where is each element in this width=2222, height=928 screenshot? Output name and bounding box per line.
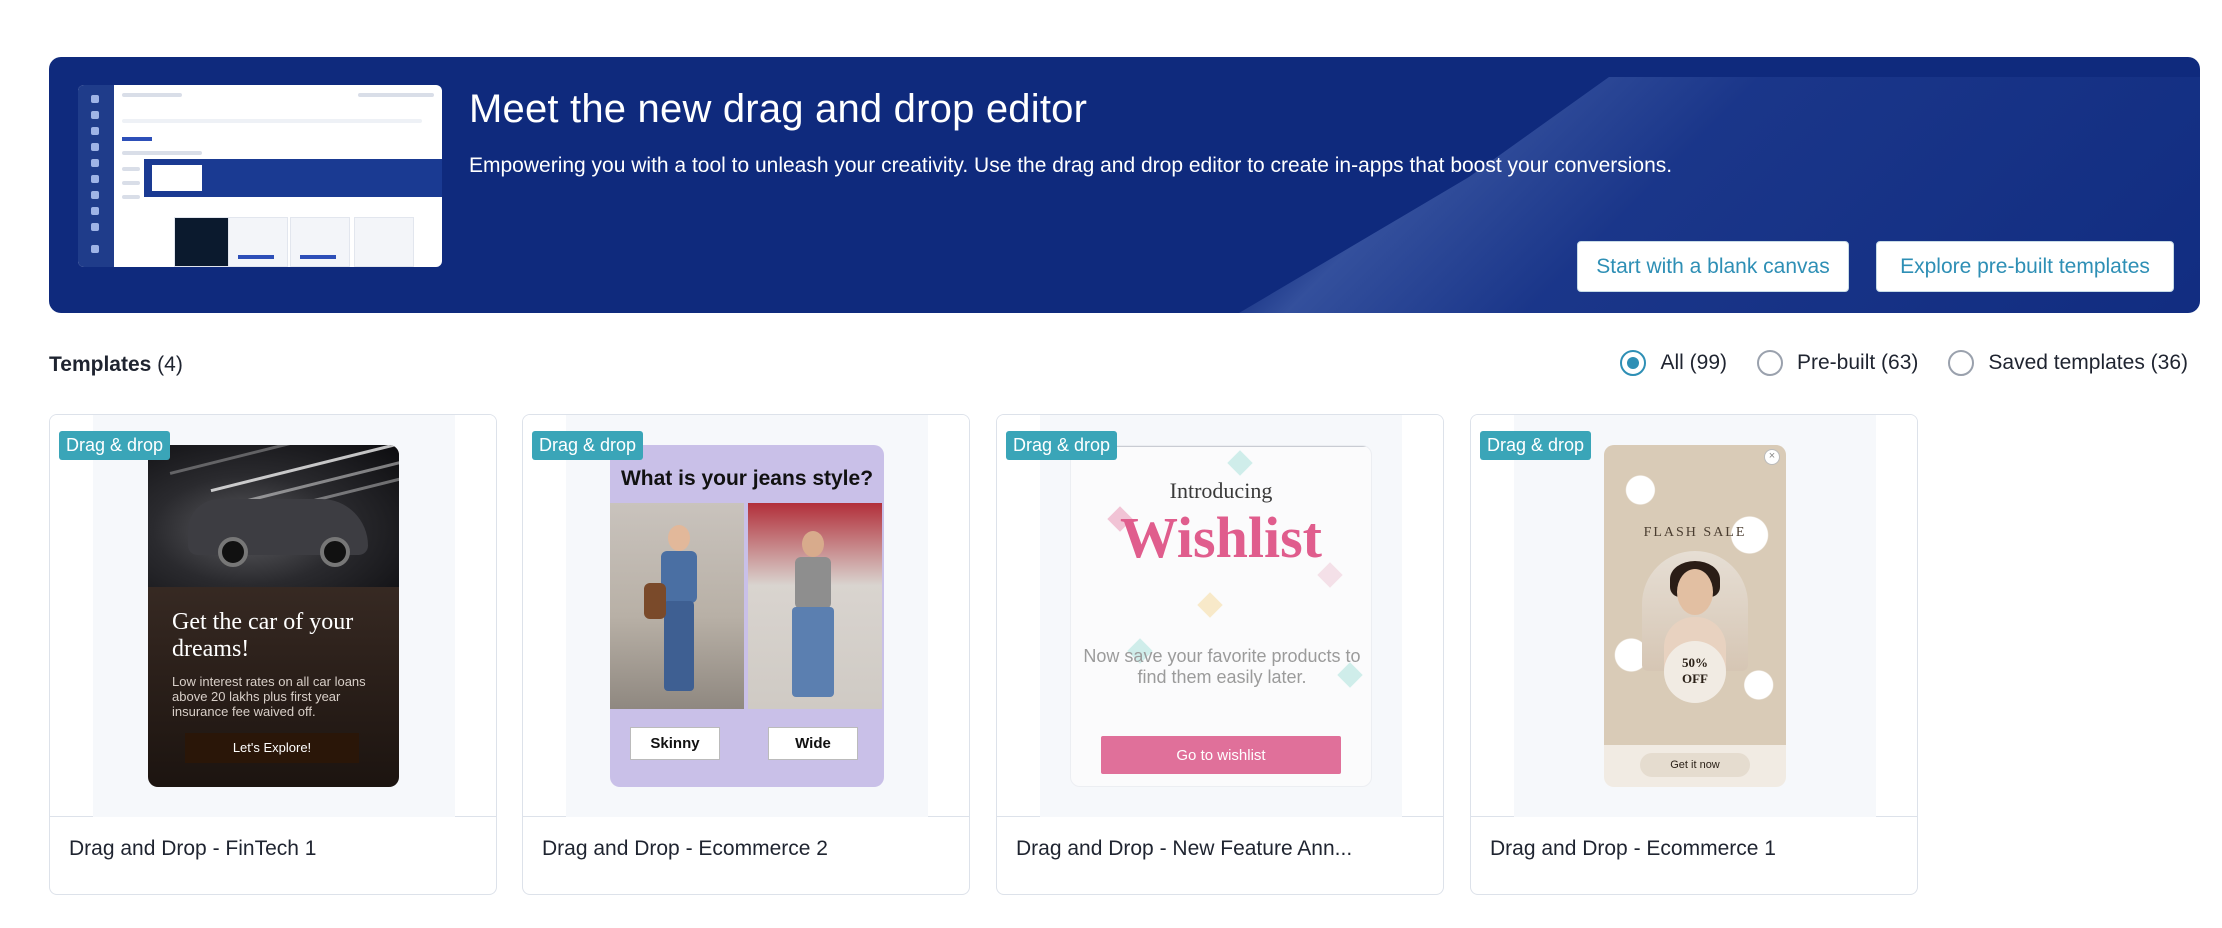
preview-body: Now save your favorite products to find … xyxy=(1083,646,1361,687)
template-thumbnail[interactable]: Drag & drop × FLASH SALE 50% OFF Get it … xyxy=(1471,415,1917,817)
preview-cta: Let's Explore! xyxy=(185,733,359,763)
preview-intro: Introducing xyxy=(1169,478,1273,503)
filter-pre-built[interactable]: Pre-built (63) xyxy=(1757,350,1918,376)
discount-percent: 50% xyxy=(1682,655,1708,670)
templates-count: (4) xyxy=(157,353,183,376)
drag-drop-badge: Drag & drop xyxy=(1006,431,1118,460)
template-title: Drag and Drop - Ecommerce 2 xyxy=(542,837,828,860)
filter-saved-label: Saved templates (36) xyxy=(1988,351,2188,374)
jeans-preview: What is your jeans style? Skinny Wide xyxy=(610,445,884,787)
preview-cta: Go to wishlist xyxy=(1101,736,1341,774)
preview-option-skinny: Skinny xyxy=(630,727,720,760)
template-card-ecommerce-1[interactable]: Drag & drop × FLASH SALE 50% OFF Get it … xyxy=(1470,414,1918,895)
filter-saved-templates[interactable]: Saved templates (36) xyxy=(1948,350,2188,376)
preview-option-wide: Wide xyxy=(768,727,858,760)
radio-icon[interactable] xyxy=(1948,350,1975,376)
discount-badge: 50% OFF xyxy=(1664,641,1726,703)
banner-subtitle: Empowering you with a tool to unleash yo… xyxy=(469,154,1673,177)
close-icon: × xyxy=(1764,449,1780,465)
drag-drop-badge: Drag & drop xyxy=(1480,431,1592,460)
wide-jeans-image xyxy=(748,503,882,709)
drag-drop-badge: Drag & drop xyxy=(59,431,171,460)
template-thumbnail[interactable]: Drag & drop Get the car of your dreams! … xyxy=(50,415,496,817)
preview-question: What is your jeans style? xyxy=(620,467,874,490)
templates-heading: Templates (4) xyxy=(49,353,183,377)
preview-cta: Get it now xyxy=(1640,753,1750,777)
template-card-new-feature[interactable]: Drag & drop Introducing Wishlist Now sav… xyxy=(996,414,1444,895)
template-title: Drag and Drop - FinTech 1 xyxy=(69,837,317,860)
templates-heading-label: Templates xyxy=(49,353,152,376)
filter-all[interactable]: All (99) xyxy=(1620,350,1727,376)
drag-drop-badge: Drag & drop xyxy=(532,431,644,460)
filter-all-label: All (99) xyxy=(1660,351,1727,374)
preview-feature-name: Wishlist xyxy=(1119,505,1322,570)
promo-banner: Meet the new drag and drop editor Empowe… xyxy=(49,57,2200,313)
explore-templates-button[interactable]: Explore pre-built templates xyxy=(1876,241,2174,292)
template-thumbnail[interactable]: Drag & drop What is your jeans style? Sk… xyxy=(523,415,969,817)
preview-headline: Get the car of your dreams! xyxy=(172,609,354,662)
template-card-fintech-1[interactable]: Drag & drop Get the car of your dreams! … xyxy=(49,414,497,895)
skinny-jeans-image xyxy=(610,503,744,709)
banner-title: Meet the new drag and drop editor xyxy=(469,87,1088,131)
radio-icon[interactable] xyxy=(1757,350,1783,376)
template-card-ecommerce-2[interactable]: Drag & drop What is your jeans style? Sk… xyxy=(522,414,970,895)
template-title: Drag and Drop - Ecommerce 1 xyxy=(1490,837,1776,860)
preview-title: FLASH SALE xyxy=(1643,525,1747,540)
preview-sidebar xyxy=(78,85,114,267)
editor-preview-image xyxy=(78,85,442,267)
start-blank-canvas-button[interactable]: Start with a blank canvas xyxy=(1577,241,1849,292)
template-filter-group: All (99) Pre-built (63) Saved templates … xyxy=(1620,350,2188,376)
sports-car-image xyxy=(148,445,399,587)
preview-hero xyxy=(144,159,442,197)
wishlist-preview: Introducing Wishlist Now save your favor… xyxy=(1070,445,1372,787)
template-thumbnail[interactable]: Drag & drop Introducing Wishlist Now sav… xyxy=(997,415,1443,817)
template-title: Drag and Drop - New Feature Ann... xyxy=(1016,837,1353,860)
flash-sale-preview: × FLASH SALE 50% OFF Get it now xyxy=(1604,445,1786,787)
radio-selected-icon[interactable] xyxy=(1620,350,1647,376)
fintech-preview: Get the car of your dreams! Low interest… xyxy=(148,445,399,787)
discount-word: OFF xyxy=(1682,671,1708,686)
filter-pre-built-label: Pre-built (63) xyxy=(1797,351,1919,374)
preview-body: Low interest rates on all car loans abov… xyxy=(172,674,366,719)
